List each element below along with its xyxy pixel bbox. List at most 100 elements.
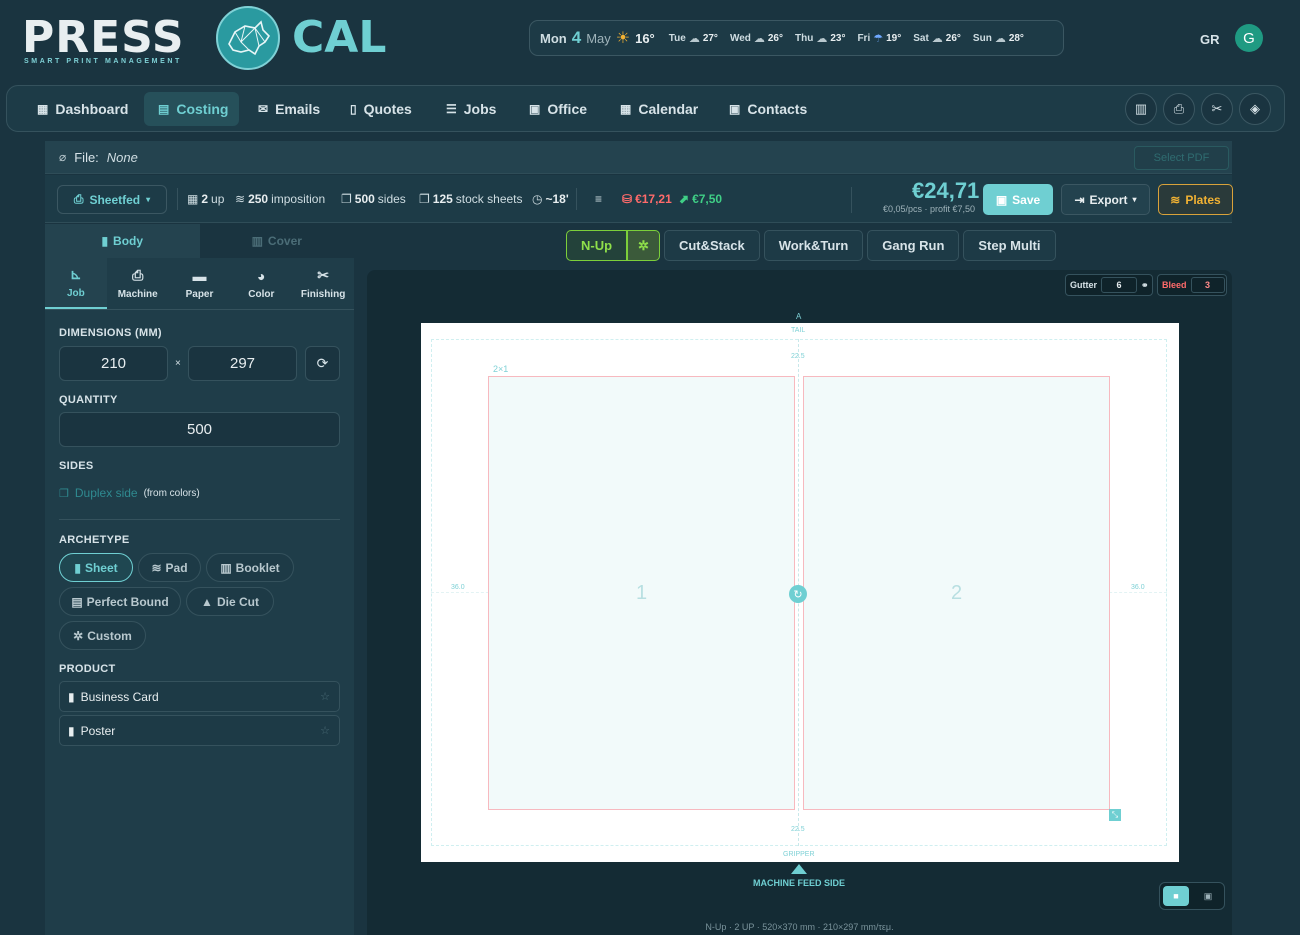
cut-button[interactable]: ✂	[1201, 93, 1233, 125]
nav-dashboard-label: Dashboard	[55, 101, 129, 117]
nav-quotes[interactable]: ▯ Quotes	[336, 92, 426, 126]
tab-body-label: Body	[113, 234, 144, 248]
palette-icon: ◕	[257, 267, 266, 284]
cloud-sun-icon: ☁	[816, 32, 828, 45]
select-pdf-button[interactable]: Select PDF	[1134, 146, 1229, 170]
subtab-job-label: Job	[67, 288, 85, 299]
nav-jobs-label: Jobs	[463, 101, 497, 117]
subtab-paper[interactable]: ▬ Paper	[169, 258, 231, 309]
mode-stepmulti-label: Step Multi	[978, 238, 1041, 253]
nav-costing[interactable]: ▤ Costing	[144, 92, 239, 126]
archetype-custom-button[interactable]: ✲ Custom	[59, 621, 146, 650]
up-label: up	[211, 192, 225, 206]
view-split-button[interactable]: ▣	[1195, 886, 1221, 906]
document-icon: ▮	[74, 560, 81, 575]
mode-nup[interactable]: N-Up	[566, 230, 628, 261]
height-input[interactable]: 297	[188, 346, 297, 381]
nav-jobs[interactable]: ☰ Jobs	[432, 92, 510, 126]
margin-bottom-label: 22.5	[791, 826, 805, 833]
nav-calendar[interactable]: ▦ Calendar	[606, 92, 712, 126]
link-icon[interactable]: ⚭	[1141, 280, 1149, 291]
calendar-icon: ▦	[620, 102, 632, 116]
address-book-icon: ▣	[729, 102, 741, 116]
bleed-input[interactable]: 3	[1190, 277, 1225, 293]
quantity-label: QUANTITY	[59, 394, 118, 406]
archetype-booklet-button[interactable]: ▥ Booklet	[206, 553, 294, 582]
product-item[interactable]: ▮ Poster ☆	[59, 715, 340, 746]
stock-button[interactable]: ▥	[1125, 93, 1157, 125]
subtab-job[interactable]: ⊾ Job	[45, 258, 107, 309]
width-input[interactable]: 210	[59, 346, 168, 381]
print-button[interactable]: ⎙	[1163, 93, 1195, 125]
view-single-button[interactable]: ■	[1163, 886, 1189, 906]
costing-toolbar: ⎙ Sheetfed ▾ ▦ 2 up ≋ 250 imposition ❐ 500 sid…	[45, 175, 1233, 223]
mode-workturn-label: Work&Turn	[778, 238, 849, 253]
refresh-icon: ⟳	[316, 355, 329, 371]
nav-office[interactable]: ▣ Office	[515, 92, 601, 126]
duplex-link[interactable]: Duplex side	[75, 486, 138, 500]
archetype-die-cut-button[interactable]: ▲ Die Cut	[186, 587, 274, 616]
subtab-machine[interactable]: ⎙ Machine	[107, 258, 169, 309]
archetype-sheet-button[interactable]: ▮ Sheet	[59, 553, 133, 582]
language-switcher[interactable]: GR	[1200, 32, 1220, 47]
export-dropdown[interactable]: ⇥ Export ▾	[1061, 184, 1150, 215]
imposition-cell-2[interactable]: 2	[803, 376, 1110, 810]
user-avatar[interactable]: G	[1235, 24, 1263, 52]
feed-arrow-icon	[791, 864, 807, 874]
product-name: Poster	[80, 723, 116, 738]
tab-body[interactable]: ▮ Body	[45, 224, 200, 258]
mode-cutstack[interactable]: Cut&Stack	[663, 230, 760, 261]
star-icon[interactable]: ☆	[320, 724, 330, 737]
mode-cutstack-label: Cut&Stack	[678, 238, 745, 253]
machine-feed-label: MACHINE FEED SIDE	[752, 878, 845, 888]
sun-icon: ☀	[615, 30, 631, 47]
imposition-cell-1[interactable]: 1	[488, 376, 795, 810]
archetype-perfect-bound-button[interactable]: ▤ Perfect Bound	[59, 587, 181, 616]
times-sign: ×	[175, 358, 181, 369]
file-value: None	[106, 149, 138, 165]
weather-widget[interactable]: Mon 4 May ☀ 16° Tue ☁ 27° Wed ☁ 26° Thu ☁ 23° …	[529, 20, 1064, 56]
nav-contacts[interactable]: ▣ Contacts	[715, 92, 821, 126]
press-sheet[interactable]: TAIL 22.5 22.5 36.0 36.0 2×1 1 2 ↻ ⤡	[421, 323, 1179, 862]
ruler-icon: ⊾	[70, 266, 82, 282]
imposition-mode-tabs: N-Up ✲ Cut&Stack Work&Turn Gang Run Step…	[566, 230, 1056, 261]
cost-stat: ⛁ €17,21	[622, 192, 672, 206]
gutter-input[interactable]: 6	[1101, 277, 1137, 293]
subtab-color[interactable]: ◕ Color	[230, 258, 292, 309]
resize-handle-icon[interactable]: ⤡	[1109, 809, 1121, 821]
plates-button[interactable]: ≋ Plates	[1158, 184, 1233, 215]
tail-label: TAIL	[791, 327, 806, 334]
nav-dashboard[interactable]: ▦ Dashboard	[23, 92, 142, 126]
nup-settings-button[interactable]: ✲	[627, 230, 660, 261]
product-item[interactable]: ▮ Business Card ☆	[59, 681, 340, 712]
profit-stat: ⬈ €7,50	[679, 192, 722, 206]
rotate-icon[interactable]: ↻	[789, 585, 807, 603]
swap-dimensions-button[interactable]: ⟳	[305, 346, 340, 381]
imposition-summary: N-Up · 2 UP · 520×370 mm · 210×297 mm/τε…	[705, 922, 894, 932]
mode-stepmulti[interactable]: Step Multi	[963, 230, 1056, 261]
weather-day: Wed ☁ 26°	[730, 32, 783, 45]
duplex-info: ❐ Duplex side (from colors)	[59, 486, 200, 500]
save-button[interactable]: ▣ Save	[983, 184, 1053, 215]
weather-day-temp: 27°	[702, 32, 718, 44]
imposition-canvas[interactable]: Gutter 6 ⚭ Bleed 3 A TAIL 22.5 22.5 36.0…	[367, 270, 1232, 935]
press-type-dropdown[interactable]: ⎙ Sheetfed ▾	[57, 185, 167, 214]
nav-contacts-label: Contacts	[747, 101, 808, 117]
tab-cover[interactable]: ▥ Cover	[199, 224, 354, 258]
package-button[interactable]: ◈	[1239, 93, 1271, 125]
app-logo[interactable]: PRESS SMART PRINT MANAGEMENT CAL	[22, 6, 412, 72]
star-icon[interactable]: ☆	[320, 690, 330, 703]
logo-press-text: PRESS	[22, 12, 185, 63]
subtab-finishing[interactable]: ✂ Finishing	[292, 258, 354, 309]
quantity-input[interactable]: 500	[59, 412, 340, 447]
mode-workturn[interactable]: Work&Turn	[763, 230, 864, 261]
nav-emails[interactable]: ✉ Emails	[244, 92, 334, 126]
archetype-pad-button[interactable]: ≋ Pad	[138, 553, 201, 582]
sliders-button[interactable]: ≡	[595, 192, 602, 206]
mode-gangrun[interactable]: Gang Run	[867, 230, 960, 261]
view-toggle: ■ ▣	[1159, 882, 1225, 910]
mode-gangrun-label: Gang Run	[882, 238, 945, 253]
sides-label: sides	[377, 192, 406, 206]
calculator-icon: ▤	[158, 102, 170, 116]
weather-today-day: Mon	[540, 30, 567, 46]
